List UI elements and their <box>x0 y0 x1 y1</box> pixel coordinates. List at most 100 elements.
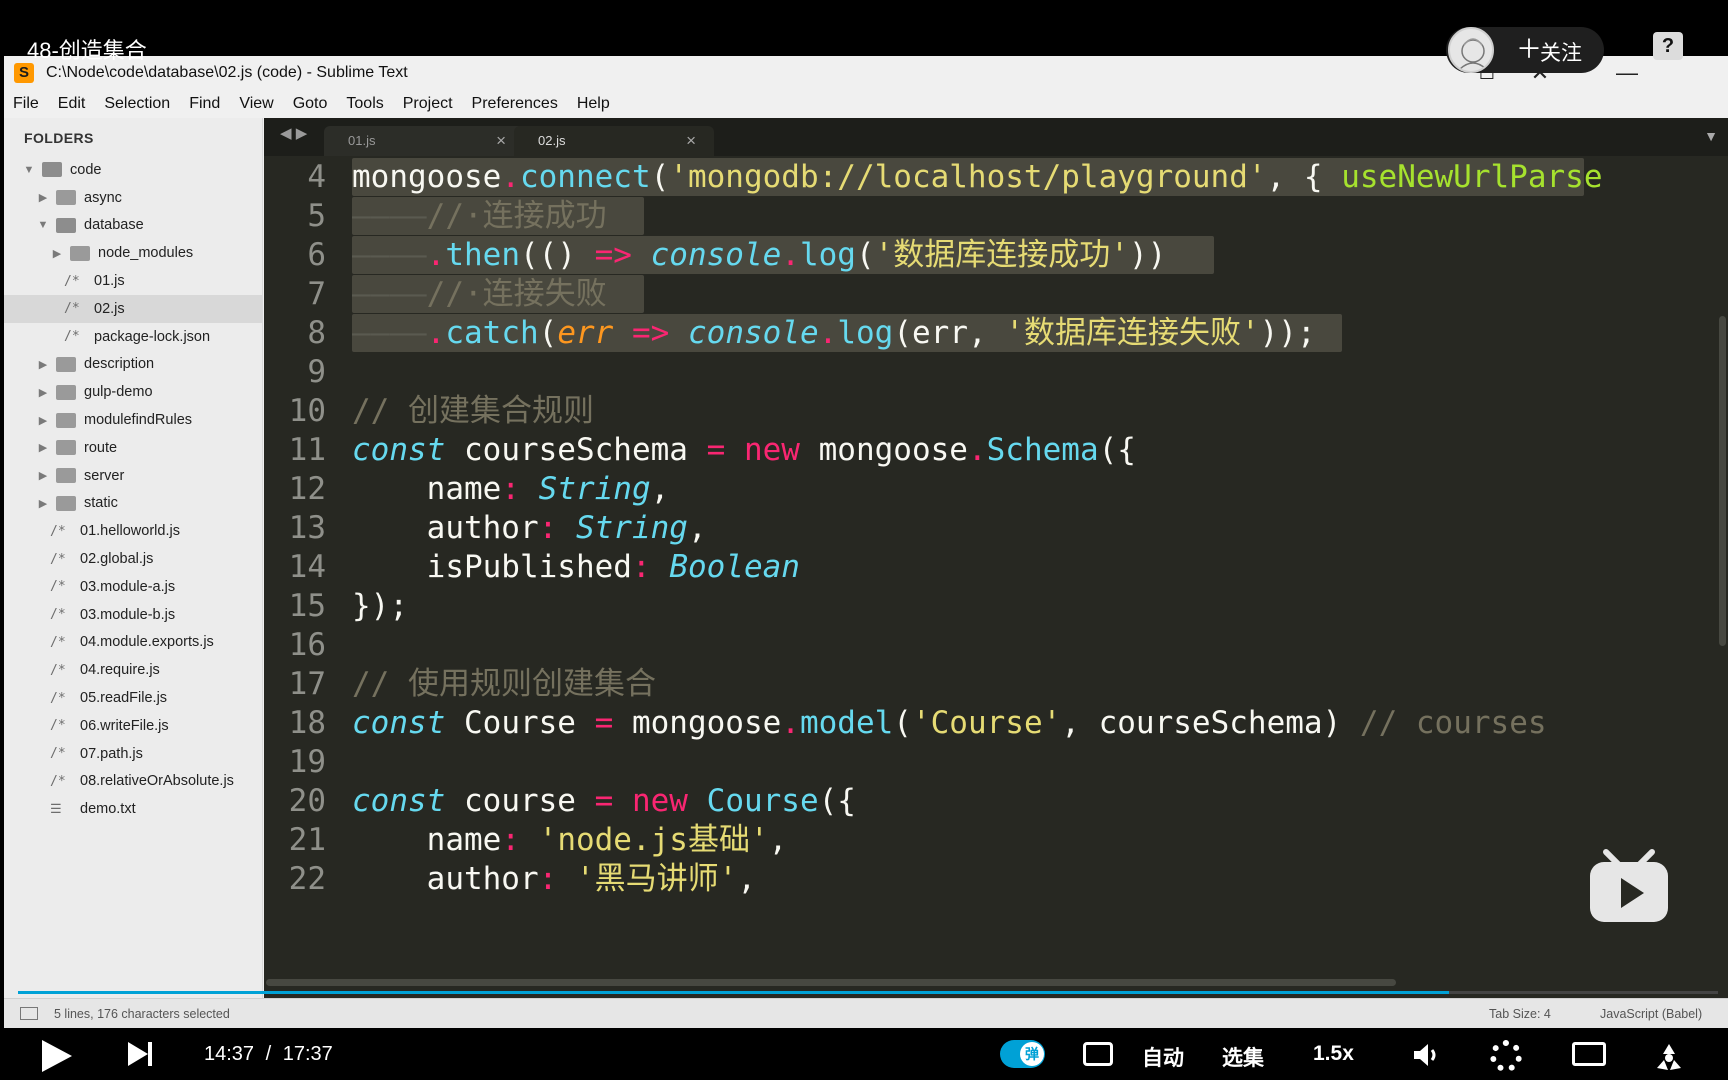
panel-toggle-icon[interactable] <box>20 1007 38 1020</box>
tree-file[interactable]: /* 08.relativeOrAbsolute.js <box>4 768 262 796</box>
tree-file[interactable]: /* 04.require.js <box>4 656 262 684</box>
tree-folder[interactable]: ▶ async <box>4 184 262 212</box>
collapsed-arrow-icon[interactable]: ▶ <box>36 469 50 482</box>
volume-icon[interactable] <box>1412 1042 1440 1068</box>
code-line[interactable]: 22 author: '黑马讲师', <box>264 858 1728 900</box>
code-line[interactable]: 9 <box>264 351 1728 393</box>
minimize-button[interactable]: — <box>1612 58 1642 88</box>
code-line[interactable]: 21 name: 'node.js基础', <box>264 819 1728 861</box>
code-line[interactable]: 14 isPublished: Boolean <box>264 546 1728 588</box>
code-line[interactable]: 7 ————//·连接失败 <box>264 273 1728 315</box>
code-line[interactable]: 6 ————.then(() => console.log('数据库连接成功')) <box>264 234 1728 276</box>
close-tab-icon[interactable]: × <box>686 126 696 156</box>
episodes-button[interactable]: 选集 <box>1222 1042 1264 1072</box>
close-tab-icon[interactable]: × <box>496 126 506 156</box>
tab-nav-arrows-icon[interactable]: ◀ ▶ <box>280 124 307 142</box>
code-line[interactable]: 13 author: String, <box>264 507 1728 549</box>
code-line[interactable]: 10 // 创建集合规则 <box>264 390 1728 432</box>
tree-file[interactable]: /* 02.global.js <box>4 545 262 573</box>
menu-help[interactable]: Help <box>577 95 610 113</box>
danmu-toggle[interactable]: 弹 <box>1000 1040 1045 1068</box>
menu-project[interactable]: Project <box>403 95 453 113</box>
tab-dropdown-icon[interactable]: ▼ <box>1704 128 1718 144</box>
menu-file[interactable]: File <box>13 95 39 113</box>
speed-button[interactable]: 1.5x <box>1313 1042 1354 1066</box>
tree-folder[interactable]: ▶ static <box>4 490 262 518</box>
code-text: mongoose.connect('mongodb://localhost/pl… <box>352 156 1603 198</box>
code-text: // 使用规则创建集合 <box>352 663 656 705</box>
code-line[interactable]: 20 const course = new Course({ <box>264 780 1728 822</box>
follow-button[interactable]: ＋ 关注 <box>1446 27 1604 73</box>
menu-preferences[interactable]: Preferences <box>472 95 558 113</box>
code-line[interactable]: 12 name: String, <box>264 468 1728 510</box>
collapsed-arrow-icon[interactable]: ▶ <box>36 191 50 204</box>
collapsed-arrow-icon[interactable]: ▶ <box>36 441 50 454</box>
tab-01js[interactable]: 01.js × <box>324 126 524 156</box>
next-episode-icon[interactable] <box>128 1042 148 1066</box>
menu-bar: File Edit Selection Find View Goto Tools Projec… <box>4 90 1728 118</box>
syntax-mode[interactable]: JavaScript (Babel) <box>1600 1007 1702 1021</box>
expanded-arrow-icon[interactable]: ▼ <box>22 164 36 176</box>
menu-tools[interactable]: Tools <box>346 95 383 113</box>
collapsed-arrow-icon[interactable]: ▶ <box>50 247 64 260</box>
tree-file[interactable]: /* 01.helloworld.js <box>4 517 262 545</box>
bilibili-play-icon[interactable] <box>1588 848 1670 928</box>
tree-folder[interactable]: ▶ gulp-demo <box>4 378 262 406</box>
danmu-settings-icon[interactable] <box>1083 1042 1113 1066</box>
tree-file[interactable]: ☰ demo.txt <box>4 795 262 823</box>
tab-02js[interactable]: 02.js × <box>514 126 714 156</box>
code-line[interactable]: 8 ————.catch(err => console.log(err, '数据库… <box>264 312 1728 354</box>
menu-selection[interactable]: Selection <box>104 95 170 113</box>
play-icon[interactable] <box>42 1040 72 1072</box>
tree-folder[interactable]: ▶ node_modules <box>4 239 262 267</box>
menu-goto[interactable]: Goto <box>293 95 328 113</box>
js-file-icon: /* <box>50 634 66 650</box>
tree-folder[interactable]: ▶ modulefindRules <box>4 406 262 434</box>
vertical-scrollbar[interactable] <box>1719 316 1726 646</box>
code-line[interactable]: 15}); <box>264 585 1728 627</box>
auto-quality-button[interactable]: 自动 <box>1142 1042 1184 1072</box>
menu-view[interactable]: View <box>239 95 273 113</box>
collapsed-arrow-icon[interactable]: ▶ <box>36 497 50 510</box>
picture-in-picture-icon[interactable] <box>1572 1042 1606 1066</box>
tree-file[interactable]: /* 04.module.exports.js <box>4 629 262 657</box>
tree-folder[interactable]: ▶ server <box>4 462 262 490</box>
tree-folder[interactable]: ▶ description <box>4 351 262 379</box>
tab-size[interactable]: Tab Size: 4 <box>1489 1007 1551 1021</box>
tree-file[interactable]: /* 05.readFile.js <box>4 684 262 712</box>
tree-folder[interactable]: ▶ route <box>4 434 262 462</box>
line-number: 4 <box>307 159 326 195</box>
code-text: }); <box>352 585 408 627</box>
code-line[interactable]: 17 // 使用规则创建集合 <box>264 663 1728 705</box>
code-line[interactable]: 4 mongoose.connect('mongodb://localhost/p… <box>264 156 1728 198</box>
fullscreen-fan-icon[interactable] <box>1652 1040 1686 1074</box>
code-line[interactable]: 5 ————//·连接成功 <box>264 195 1728 237</box>
code-line[interactable]: 11 const courseSchema = new mongoose.Sche… <box>264 429 1728 471</box>
horizontal-scrollbar[interactable] <box>266 979 1396 986</box>
tree-file[interactable]: /* 06.writeFile.js <box>4 712 262 740</box>
code-line[interactable]: 19 <box>264 741 1728 783</box>
code-line[interactable]: 18 const Course = mongoose.model('Course'… <box>264 702 1728 744</box>
expanded-arrow-icon[interactable]: ▼ <box>36 219 50 231</box>
tree-file[interactable]: /* 03.module-b.js <box>4 601 262 629</box>
tree-folder[interactable]: ▼ database <box>4 212 262 240</box>
menu-find[interactable]: Find <box>189 95 220 113</box>
tree-file[interactable]: /* package-lock.json <box>4 323 262 351</box>
collapsed-arrow-icon[interactable]: ▶ <box>36 386 50 399</box>
code-area[interactable]: 22 author: '黑马讲师', 21 name: 'node.js基础', 2… <box>264 156 1728 988</box>
video-progress-bar[interactable] <box>18 991 1718 994</box>
tree-file[interactable]: /* 03.module-a.js <box>4 573 262 601</box>
help-icon[interactable]: ? <box>1653 32 1683 60</box>
tree-file[interactable]: /* 07.path.js <box>4 740 262 768</box>
collapsed-arrow-icon[interactable]: ▶ <box>36 414 50 427</box>
tree-file[interactable]: /* 02.js <box>4 294 262 323</box>
menu-edit[interactable]: Edit <box>58 95 86 113</box>
gear-icon[interactable] <box>1490 1040 1522 1072</box>
tree-folder[interactable]: ▼ code <box>4 156 262 184</box>
code-token: : <box>631 549 651 585</box>
uploader-avatar[interactable] <box>1448 27 1494 73</box>
collapsed-arrow-icon[interactable]: ▶ <box>36 358 50 371</box>
code-line[interactable]: 16 <box>264 624 1728 666</box>
tree-file[interactable]: /* 01.js <box>4 267 262 295</box>
